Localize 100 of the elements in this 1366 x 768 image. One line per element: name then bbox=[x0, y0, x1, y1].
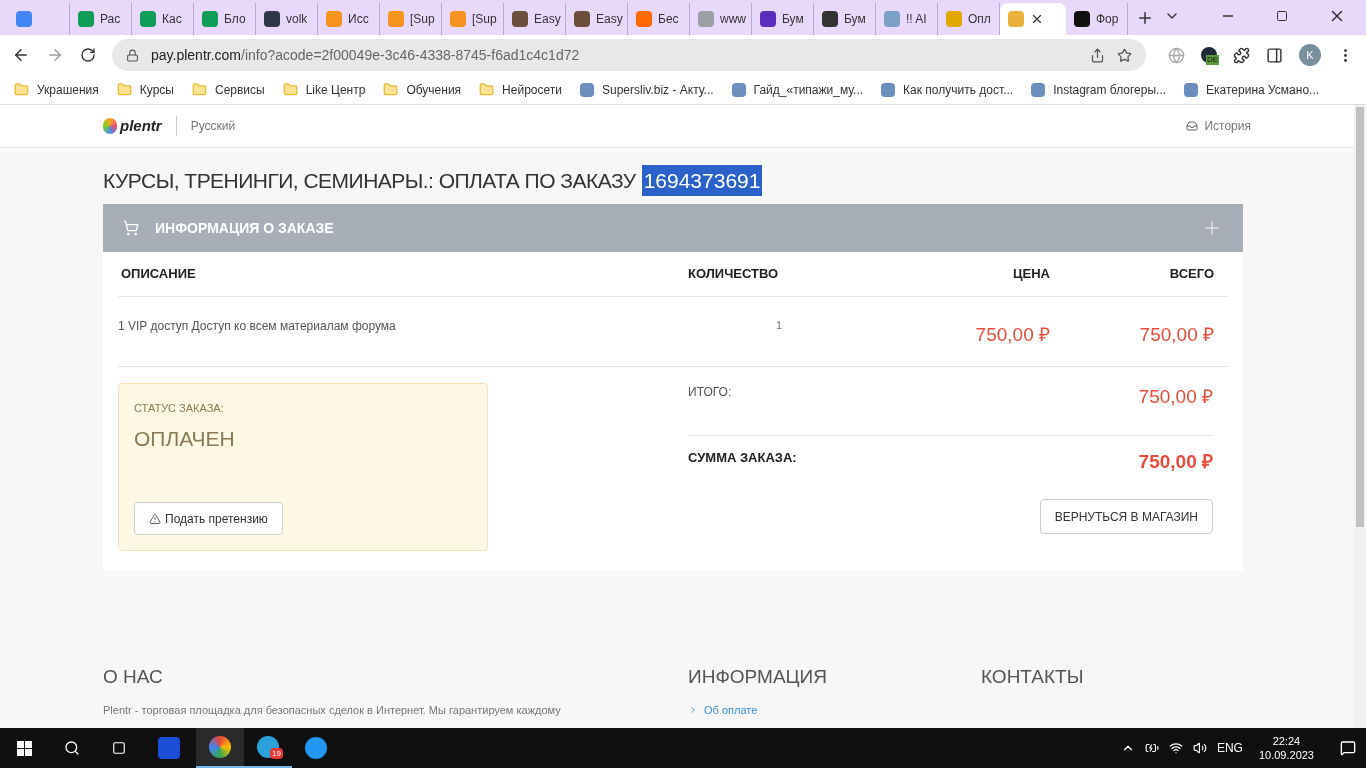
input-language[interactable]: ENG bbox=[1216, 739, 1243, 757]
battery-icon[interactable] bbox=[1144, 741, 1159, 755]
bookmark-item[interactable]: Гайд_«типажи_му... bbox=[731, 80, 864, 99]
total-label: ИТОГО: bbox=[688, 384, 732, 401]
favicon-icon bbox=[264, 11, 280, 27]
favicon-icon bbox=[1008, 11, 1024, 27]
tab-title: [Sup bbox=[472, 11, 497, 28]
browser-tab[interactable]: Easy bbox=[566, 3, 628, 35]
favicon-icon bbox=[512, 11, 528, 27]
chrome-icon[interactable] bbox=[209, 736, 231, 758]
favicon-icon bbox=[326, 11, 342, 27]
notifications-icon[interactable] bbox=[1340, 740, 1356, 756]
logo-icon bbox=[103, 118, 117, 134]
tab-title: Исс bbox=[348, 11, 369, 28]
footer-heading: О НАС bbox=[103, 665, 164, 689]
favicon-icon bbox=[698, 11, 714, 27]
app-icon[interactable] bbox=[305, 737, 327, 759]
column-header: ЦЕНА bbox=[1012, 265, 1050, 284]
language-selector[interactable]: Русский bbox=[190, 117, 236, 135]
bookmark-star-icon[interactable] bbox=[1117, 47, 1132, 63]
scrollbar[interactable] bbox=[1354, 105, 1366, 728]
side-panel-icon[interactable] bbox=[1266, 46, 1283, 64]
favicon-icon bbox=[760, 11, 776, 27]
panel-title: ИНФОРМАЦИЯ О ЗАКАЗЕ bbox=[155, 218, 334, 238]
back-icon[interactable] bbox=[12, 46, 30, 64]
search-icon[interactable] bbox=[64, 740, 80, 756]
browser-tab[interactable]: Easy bbox=[504, 3, 566, 35]
folder-icon bbox=[116, 82, 132, 97]
address-bar[interactable]: pay.plentr.com/info?acode=2f00049e-3c46-4338-8745-f6ad1c4c1d72 bbox=[112, 39, 1146, 71]
task-view-icon[interactable] bbox=[112, 741, 126, 755]
browser-tab[interactable]: Бло bbox=[194, 3, 256, 35]
forward-icon[interactable] bbox=[46, 46, 64, 64]
favicon-icon bbox=[636, 11, 652, 27]
favicon-icon bbox=[388, 11, 404, 27]
browser-tab[interactable]: [Sup bbox=[380, 3, 442, 35]
notification-badge: 19 bbox=[270, 748, 283, 759]
tab-title: volk bbox=[286, 11, 308, 28]
volume-icon[interactable] bbox=[1192, 741, 1207, 755]
bookmark-item[interactable]: Сервисы bbox=[191, 80, 265, 99]
favicon-icon bbox=[78, 11, 94, 27]
bookmark-item[interactable]: Курсы bbox=[116, 80, 174, 99]
plentr-logo[interactable]: plentr bbox=[103, 114, 162, 138]
browser-tab[interactable]: [Sup bbox=[442, 3, 504, 35]
bookmark-item[interactable]: Екатерина Усмано... bbox=[1184, 80, 1320, 99]
bookmark-item[interactable]: Like Центр bbox=[282, 80, 366, 99]
tab-title: Easy bbox=[596, 11, 623, 28]
extension-icon[interactable] bbox=[1201, 47, 1217, 63]
tab-title: [Sup bbox=[410, 11, 435, 28]
table-cell-text: 1 bbox=[775, 318, 784, 333]
status-value: ОПЛАЧЕН bbox=[134, 425, 236, 452]
browser-tab[interactable]: Кас bbox=[132, 3, 194, 35]
bookmark-item[interactable]: Обучения bbox=[383, 80, 462, 99]
site-icon bbox=[1184, 82, 1199, 97]
footer-text: Plentr - торговая площадка для безопасных сделок в Интернет. Мы гарантируем каждому bbox=[103, 702, 562, 718]
restore-icon[interactable] bbox=[1276, 10, 1288, 22]
browser-tab[interactable]: Бес bbox=[628, 3, 690, 35]
site-icon bbox=[731, 82, 746, 97]
footer-heading: ИНФОРМАЦИЯ bbox=[688, 665, 828, 689]
clock[interactable]: 22:24 10.09.2023 bbox=[1252, 734, 1320, 762]
favicon-icon bbox=[574, 11, 590, 27]
bookmark-item[interactable]: Украшения bbox=[14, 80, 99, 99]
column-header: КОЛИЧЕСТВО bbox=[688, 265, 780, 284]
cart-icon bbox=[123, 220, 139, 236]
browser-tab[interactable]: Бум bbox=[752, 3, 814, 35]
history-link[interactable]: История bbox=[1186, 117, 1251, 135]
browser-tab[interactable]: Опл bbox=[938, 3, 1000, 35]
browser-tab[interactable]: Бум bbox=[814, 3, 876, 35]
back-to-shop-button[interactable]: ВЕРНУТЬСЯ В МАГАЗИН bbox=[1039, 499, 1213, 534]
bookmark-item[interactable]: Как получить дост... bbox=[881, 80, 1014, 99]
tab-title: Кас bbox=[162, 11, 182, 28]
total-value: 750,00 ₽ bbox=[1138, 385, 1213, 409]
reload-icon[interactable] bbox=[80, 47, 96, 63]
bookmark-item[interactable]: Instagram блогеры... bbox=[1031, 80, 1167, 99]
complaint-button[interactable]: Подать претензию bbox=[134, 502, 283, 535]
tab-title: Рас bbox=[100, 11, 121, 28]
extensions-icon[interactable] bbox=[1233, 46, 1250, 64]
browser-tab[interactable]: !! AI bbox=[876, 3, 938, 35]
browser-tab[interactable]: Исс bbox=[318, 3, 380, 35]
new-tab-icon[interactable] bbox=[1136, 9, 1154, 27]
browser-tab[interactable]: www bbox=[690, 3, 752, 35]
tab-title: !! AI bbox=[906, 11, 927, 28]
warning-icon bbox=[149, 512, 161, 525]
favicon-icon bbox=[822, 11, 838, 27]
favicon-icon bbox=[140, 11, 156, 27]
close-icon[interactable] bbox=[1030, 12, 1044, 26]
browser-tab[interactable]: Фор bbox=[1066, 3, 1128, 35]
tab-title: Опл bbox=[968, 11, 991, 28]
column-header: ВСЕГО bbox=[1168, 265, 1215, 284]
wifi-icon[interactable] bbox=[1168, 741, 1183, 755]
favicon-icon bbox=[450, 11, 466, 27]
share-icon[interactable] bbox=[1090, 47, 1105, 63]
tab-title: www bbox=[720, 11, 746, 28]
tab-title: Бес bbox=[658, 11, 679, 28]
tab-title: Easy bbox=[534, 11, 561, 28]
column-header: ОПИСАНИЕ bbox=[120, 265, 197, 284]
bookmark-item[interactable]: Нейросети bbox=[479, 80, 562, 99]
bookmark-item[interactable]: Supersliv.biz - Акту... bbox=[579, 80, 714, 99]
browser-tab[interactable]: Рас bbox=[70, 3, 132, 35]
browser-tab[interactable]: volk bbox=[256, 3, 318, 35]
chevron-icon bbox=[688, 704, 698, 715]
